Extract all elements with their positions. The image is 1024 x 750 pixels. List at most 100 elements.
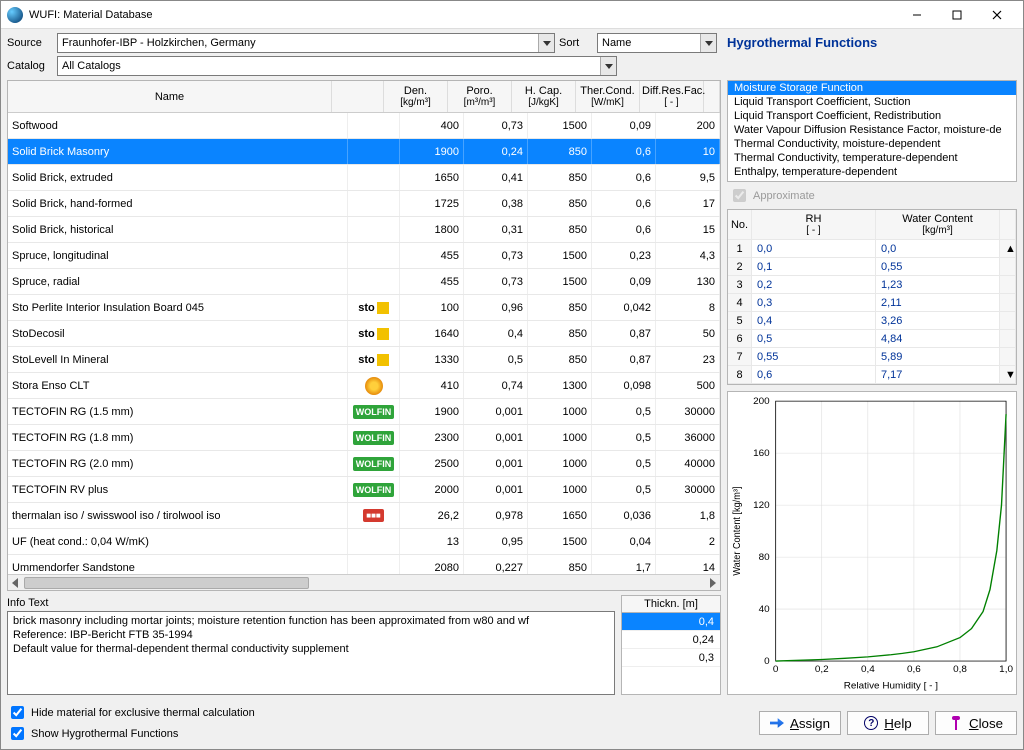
col-porosity[interactable]: Poro.[m³/m³] — [448, 81, 512, 112]
cell-density: 2500 — [400, 451, 464, 476]
cell-porosity: 0,31 — [464, 217, 528, 242]
data-scroll-cell[interactable]: ▲ — [1000, 240, 1016, 257]
cell-diffres: 4,3 — [656, 243, 720, 268]
col-rh[interactable]: RH[ - ] — [752, 210, 876, 239]
catalog-select[interactable]: All Catalogs — [57, 56, 617, 76]
cell-porosity: 0,4 — [464, 321, 528, 346]
function-item[interactable]: Liquid Transport Coefficient, Redistribu… — [728, 109, 1016, 123]
window-minimize-button[interactable] — [897, 3, 937, 27]
table-row[interactable]: Solid Brick, extruded16500,418500,69,5 — [8, 165, 720, 191]
table-row[interactable]: Spruce, radial4550,7315000,09130 — [8, 269, 720, 295]
cell-porosity: 0,001 — [464, 477, 528, 502]
wolfin-logo: WOLFIN — [353, 457, 395, 471]
function-item[interactable]: Thermal Conductivity, temperature-depend… — [728, 151, 1016, 165]
info-left: Info Text brick masonry including mortar… — [7, 595, 615, 695]
cell-thermalcond: 0,87 — [592, 321, 656, 346]
col-diffres[interactable]: Diff.Res.Fac.[ - ] — [640, 81, 704, 112]
data-row[interactable]: 60,54,84 — [728, 330, 1016, 348]
help-button[interactable]: Help — [847, 711, 929, 735]
col-name[interactable]: Name — [8, 81, 332, 112]
hide-material-input[interactable] — [11, 706, 24, 719]
col-heatcap[interactable]: H. Cap.[J/kgK] — [512, 81, 576, 112]
data-row[interactable]: 80,67,17▼ — [728, 366, 1016, 384]
table-row[interactable]: StoDecosilsto16400,48500,8750 — [8, 321, 720, 347]
sort-select[interactable]: Name — [597, 33, 717, 53]
function-item[interactable]: Water Vapour Diffusion Resistance Factor… — [728, 123, 1016, 137]
table-row[interactable]: Softwood4000,7315000,09200 — [8, 113, 720, 139]
data-row[interactable]: 10,00,0▲ — [728, 240, 1016, 258]
table-row[interactable]: Solid Brick, hand-formed17250,388500,617 — [8, 191, 720, 217]
data-row[interactable]: 20,10,55 — [728, 258, 1016, 276]
table-row[interactable]: Sto Perlite Interior Insulation Board 04… — [8, 295, 720, 321]
table-row[interactable]: TECTOFIN RG (1.8 mm)WOLFIN23000,00110000… — [8, 425, 720, 451]
window-close-button[interactable] — [977, 3, 1017, 27]
cell-name: TECTOFIN RV plus — [8, 477, 348, 502]
cell-diffres: 30000 — [656, 477, 720, 502]
show-hygrothermal-checkbox[interactable]: Show Hygrothermal Functions — [7, 724, 751, 743]
data-row[interactable]: 70,555,89 — [728, 348, 1016, 366]
info-text[interactable]: brick masonry including mortar joints; m… — [7, 611, 615, 695]
horizontal-scrollbar[interactable] — [8, 574, 720, 590]
close-button[interactable]: Close — [935, 711, 1017, 735]
function-item[interactable]: Enthalpy, temperature-dependent — [728, 165, 1016, 179]
table-row[interactable]: Solid Brick, historical18000,318500,615 — [8, 217, 720, 243]
function-item[interactable]: Moisture Storage Function — [728, 81, 1016, 95]
table-row[interactable]: Stora Enso CLT4100,7413000,098500 — [8, 373, 720, 399]
svg-text:0,4: 0,4 — [861, 664, 876, 675]
cell-brand: WOLFIN — [348, 425, 400, 450]
svg-text:0,6: 0,6 — [907, 664, 921, 675]
cell-heatcap: 1650 — [528, 503, 592, 528]
col-wc[interactable]: Water Content[kg/m³] — [876, 210, 1000, 239]
assign-button[interactable]: Assign — [759, 711, 841, 735]
functions-list[interactable]: Moisture Storage FunctionLiquid Transpor… — [727, 80, 1017, 182]
cell-brand — [348, 191, 400, 216]
door-icon — [949, 716, 963, 730]
cell-brand: WOLFIN — [348, 477, 400, 502]
table-row[interactable]: TECTOFIN RV plusWOLFIN20000,00110000,530… — [8, 477, 720, 503]
table-row[interactable]: Ummendorfer Sandstone20800,2278501,714 — [8, 555, 720, 574]
scroll-gutter — [704, 81, 720, 112]
data-row[interactable]: 50,43,26 — [728, 312, 1016, 330]
table-row[interactable]: TECTOFIN RG (2.0 mm)WOLFIN25000,00110000… — [8, 451, 720, 477]
cell-density: 1725 — [400, 191, 464, 216]
thickness-item[interactable]: 0,4 — [622, 613, 720, 631]
grid-body[interactable]: Softwood4000,7315000,09200Solid Brick Ma… — [8, 113, 720, 574]
thickness-item[interactable]: 0,24 — [622, 631, 720, 649]
cell-brand — [348, 217, 400, 242]
wolfin-logo: WOLFIN — [353, 405, 395, 419]
svg-text:0: 0 — [764, 656, 770, 667]
cell-heatcap: 850 — [528, 555, 592, 574]
table-row[interactable]: TECTOFIN RG (1.5 mm)WOLFIN19000,00110000… — [8, 399, 720, 425]
table-row[interactable]: Solid Brick Masonry19000,248500,610 — [8, 139, 720, 165]
svg-text:Relative Humidity [ - ]: Relative Humidity [ - ] — [844, 681, 938, 692]
thickness-list[interactable]: 0,40,240,3 — [621, 612, 721, 695]
scroll-thumb[interactable] — [24, 577, 309, 589]
table-row[interactable]: thermalan iso / swisswool iso / tirolwoo… — [8, 503, 720, 529]
data-row[interactable]: 40,32,11 — [728, 294, 1016, 312]
cell-porosity: 0,95 — [464, 529, 528, 554]
scroll-left-icon — [12, 578, 18, 588]
function-item[interactable]: Liquid Transport Coefficient, Suction — [728, 95, 1016, 109]
cell-wc: 3,26 — [876, 312, 1000, 329]
thickness-item[interactable]: 0,3 — [622, 649, 720, 667]
table-row[interactable]: StoLevell In Mineralsto13300,58500,8723 — [8, 347, 720, 373]
wolfin-logo: WOLFIN — [353, 431, 395, 445]
table-row[interactable]: UF (heat cond.: 0,04 W/mK)130,9515000,04… — [8, 529, 720, 555]
data-scroll-cell[interactable]: ▼ — [1000, 366, 1016, 383]
cell-thermalcond: 0,04 — [592, 529, 656, 554]
show-hygrothermal-input[interactable] — [11, 727, 24, 740]
table-row[interactable]: Spruce, longitudinal4550,7315000,234,3 — [8, 243, 720, 269]
function-item[interactable]: Thermal Conductivity, moisture-dependent — [728, 137, 1016, 151]
cell-wc: 0,55 — [876, 258, 1000, 275]
svg-text:120: 120 — [753, 500, 770, 511]
cell-density: 2080 — [400, 555, 464, 574]
cell-rh: 0,3 — [752, 294, 876, 311]
hide-material-checkbox[interactable]: Hide material for exclusive thermal calc… — [7, 703, 751, 722]
materials-grid: Name Den.[kg/m³] Poro.[m³/m³] H. Cap.[J/… — [7, 80, 721, 591]
col-thermalcond[interactable]: Ther.Cond.[W/mK] — [576, 81, 640, 112]
source-select[interactable]: Fraunhofer-IBP - Holzkirchen, Germany — [57, 33, 555, 53]
data-row[interactable]: 30,21,23 — [728, 276, 1016, 294]
col-density[interactable]: Den.[kg/m³] — [384, 81, 448, 112]
window-maximize-button[interactable] — [937, 3, 977, 27]
data-body[interactable]: 10,00,0▲20,10,5530,21,2340,32,1150,43,26… — [728, 240, 1016, 384]
